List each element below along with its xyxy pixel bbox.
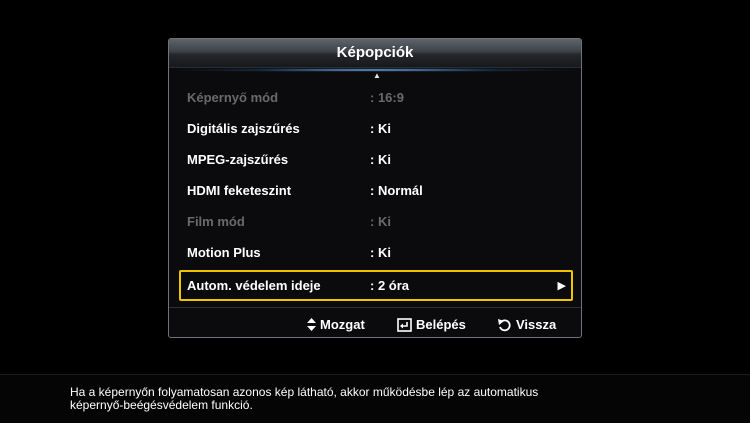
menu-item-value: : Normál	[370, 183, 423, 198]
menu-item-screen-mode: Képernyő mód : 16:9	[179, 82, 573, 113]
updown-arrows-icon	[307, 318, 316, 331]
help-text: Ha a képernyőn folyamatosan azonos kép l…	[70, 386, 538, 412]
move-label: Mozgat	[320, 317, 365, 332]
enter-hint: Belépés	[397, 317, 466, 332]
picture-options-panel: Képopciók ▲ Képernyő mód : 16:9 Digitáli…	[168, 38, 582, 338]
submenu-arrow-icon: ▶	[557, 280, 566, 292]
move-hint: Mozgat	[307, 317, 365, 332]
menu-item-digital-noise-reduction[interactable]: Digitális zajszűrés : Ki	[179, 113, 573, 144]
back-hint: Vissza	[497, 317, 556, 332]
button-hints: Mozgat Belépés Vissza	[169, 309, 581, 337]
menu-item-film-mode: Film mód : Ki	[179, 206, 573, 237]
enter-icon	[397, 317, 412, 332]
panel-title: Képopciók	[169, 39, 581, 68]
help-line-2: képernyő-beégésvédelem funkció.	[70, 398, 253, 412]
menu-item-auto-protection-time[interactable]: Autom. védelem ideje : 2 óra ▶	[179, 270, 573, 301]
menu-item-value: : Ki	[370, 214, 391, 229]
return-icon	[498, 318, 511, 331]
menu-item-label: HDMI feketeszint	[187, 183, 292, 198]
menu-item-label: Film mód	[187, 214, 245, 229]
menu-item-value: : Ki	[370, 152, 391, 167]
enter-label: Belépés	[416, 317, 466, 332]
menu-item-hdmi-black-level[interactable]: HDMI feketeszint : Normál	[179, 175, 573, 206]
menu-item-motion-plus[interactable]: Motion Plus : Ki	[179, 237, 573, 268]
back-label: Vissza	[516, 317, 557, 332]
menu-item-value: : 16:9	[370, 90, 404, 105]
options-menu: Képernyő mód : 16:9 Digitális zajszűrés …	[179, 82, 573, 301]
menu-item-label: Autom. védelem ideje	[187, 278, 321, 293]
menu-item-value: : Ki	[370, 245, 391, 260]
menu-item-label: Motion Plus	[187, 245, 261, 260]
menu-item-label: Digitális zajszűrés	[187, 121, 300, 136]
scroll-up-icon[interactable]: ▲	[373, 72, 381, 80]
menu-item-value: : 2 óra	[370, 278, 410, 293]
menu-item-label: MPEG-zajszűrés	[187, 152, 289, 167]
footer-divider	[169, 307, 581, 308]
menu-item-value: : Ki	[370, 121, 391, 136]
menu-item-mpeg-noise-reduction[interactable]: MPEG-zajszűrés : Ki	[179, 144, 573, 175]
menu-item-label: Képernyő mód	[187, 90, 279, 105]
help-bar: Ha a képernyőn folyamatosan azonos kép l…	[0, 374, 750, 423]
